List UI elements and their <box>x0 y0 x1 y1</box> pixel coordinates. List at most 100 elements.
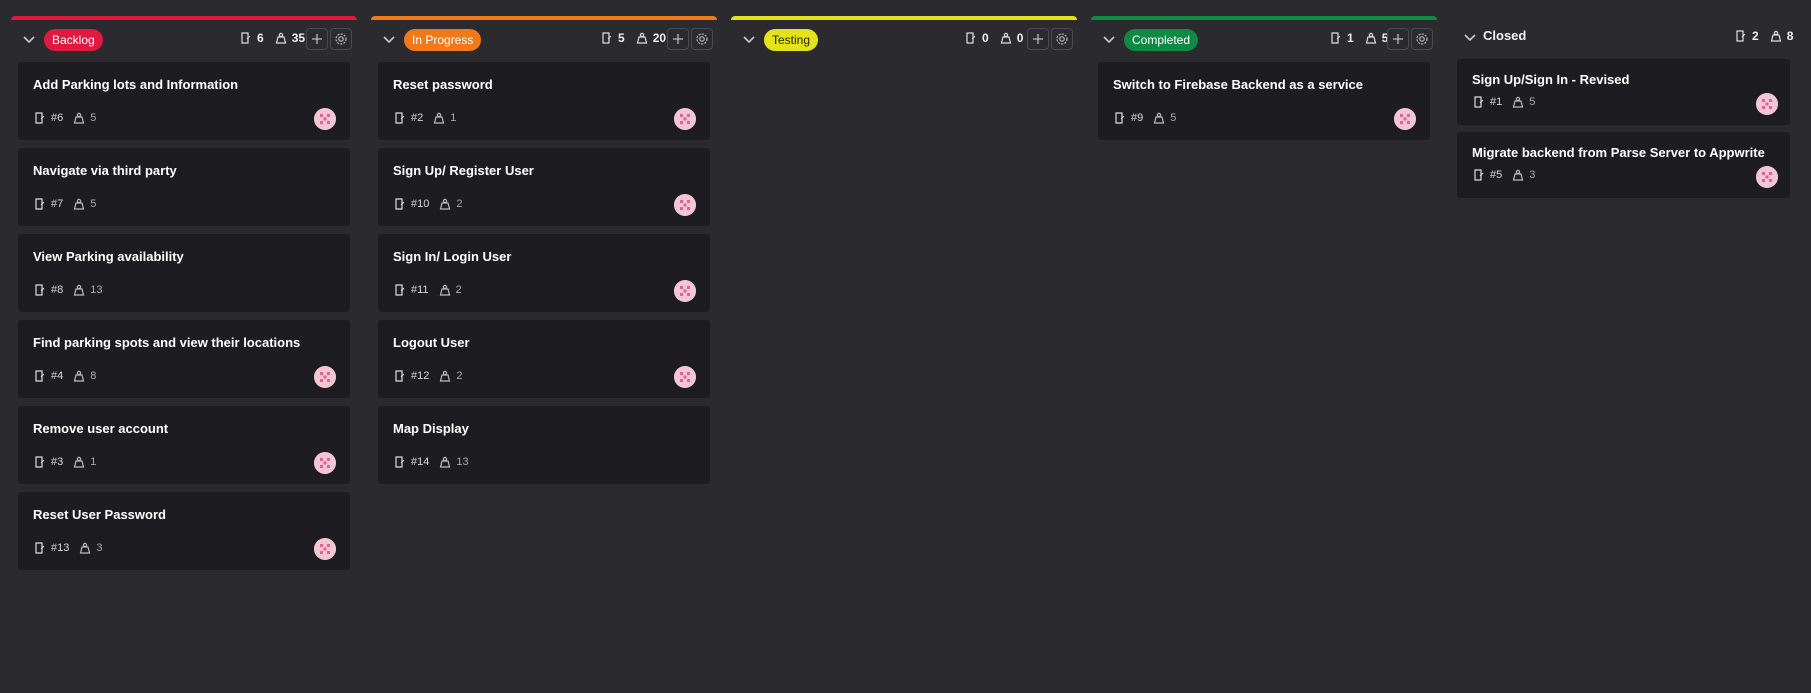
avatar[interactable] <box>314 538 336 560</box>
plus-icon <box>1393 34 1403 44</box>
column-settings-button[interactable] <box>330 28 352 50</box>
story-points: 1 <box>90 456 97 468</box>
issue-card[interactable]: Sign In/ Login User #11 2 <box>378 234 710 312</box>
weight-icon <box>274 31 288 45</box>
avatar[interactable] <box>674 108 696 130</box>
card-title[interactable]: Remove user account <box>33 421 168 436</box>
issue-card[interactable]: Reset User Password #13 3 <box>18 492 350 570</box>
card-title[interactable]: Migrate backend from Parse Server to App… <box>1472 145 1765 160</box>
avatar[interactable] <box>314 108 336 130</box>
story-points: 2 <box>455 284 462 296</box>
card-title[interactable]: Reset password <box>393 77 493 92</box>
issue-card[interactable]: Sign Up/Sign In - Revised #1 5 <box>1457 59 1790 125</box>
weight-icon <box>438 283 452 297</box>
issue-number[interactable]: #14 <box>411 456 429 468</box>
issue-icon <box>1472 168 1486 182</box>
chevron-down-icon[interactable] <box>20 30 38 48</box>
issue-count: 5 <box>618 31 625 45</box>
issue-card[interactable]: Map Display #14 13 <box>378 406 710 484</box>
issue-card[interactable]: Switch to Firebase Backend as a service #… <box>1098 62 1430 140</box>
card-title[interactable]: Sign Up/Sign In - Revised <box>1472 72 1629 87</box>
column-settings-button[interactable] <box>691 28 713 50</box>
issue-count: 6 <box>257 31 264 45</box>
issue-card[interactable]: Migrate backend from Parse Server to App… <box>1457 132 1790 198</box>
card-meta: #14 13 <box>393 455 469 469</box>
project-board: Backlog 6 35 In Progress 5 20 Testing 0 … <box>0 0 1811 693</box>
avatar[interactable] <box>1394 108 1416 130</box>
issue-card[interactable]: Find parking spots and view their locati… <box>18 320 350 398</box>
issue-number[interactable]: #5 <box>1490 169 1502 181</box>
issue-icon <box>393 111 407 125</box>
card-title[interactable]: Reset User Password <box>33 507 166 522</box>
add-card-button[interactable] <box>1387 28 1409 50</box>
column-backlog: Backlog 6 35 <box>11 16 357 60</box>
avatar[interactable] <box>674 366 696 388</box>
avatar[interactable] <box>314 452 336 474</box>
issue-number[interactable]: #9 <box>1131 112 1143 124</box>
issue-card[interactable]: View Parking availability #8 13 <box>18 234 350 312</box>
issue-number[interactable]: #12 <box>411 370 429 382</box>
story-points: 3 <box>1529 169 1536 181</box>
chevron-down-icon[interactable] <box>1100 30 1118 48</box>
card-title[interactable]: Add Parking lots and Information <box>33 77 238 92</box>
avatar[interactable] <box>674 280 696 302</box>
issue-number[interactable]: #11 <box>411 284 429 296</box>
card-title[interactable]: View Parking availability <box>33 249 184 264</box>
card-meta: #6 5 <box>33 111 96 125</box>
card-meta: #7 5 <box>33 197 96 211</box>
add-card-button[interactable] <box>306 28 328 50</box>
issue-icon <box>33 541 47 555</box>
card-meta: #10 2 <box>393 197 462 211</box>
issue-card[interactable]: Reset password #2 1 <box>378 62 710 140</box>
issue-number[interactable]: #3 <box>51 456 63 468</box>
weight-icon <box>1511 95 1525 109</box>
avatar[interactable] <box>314 366 336 388</box>
column-settings-button[interactable] <box>1411 28 1433 50</box>
column-settings-button[interactable] <box>1051 28 1073 50</box>
issue-number[interactable]: #4 <box>51 370 63 382</box>
issue-number[interactable]: #8 <box>51 284 63 296</box>
chevron-down-icon[interactable] <box>380 30 398 48</box>
points-count: 20 <box>652 31 667 45</box>
issue-number[interactable]: #10 <box>411 198 429 210</box>
weight-icon <box>72 455 86 469</box>
issue-icon <box>1472 95 1486 109</box>
issue-number[interactable]: #1 <box>1490 96 1502 108</box>
card-title[interactable]: Logout User <box>393 335 470 350</box>
story-points: 5 <box>90 198 97 210</box>
add-card-button[interactable] <box>1027 28 1049 50</box>
avatar[interactable] <box>1756 166 1778 188</box>
card-title[interactable]: Navigate via third party <box>33 163 177 178</box>
issue-icon <box>1113 111 1127 125</box>
issue-icon <box>1734 29 1748 43</box>
issue-number[interactable]: #7 <box>51 198 63 210</box>
issue-card[interactable]: Sign Up/ Register User #10 2 <box>378 148 710 226</box>
issue-number[interactable]: #6 <box>51 112 63 124</box>
story-points: 8 <box>90 370 97 382</box>
card-meta: #2 1 <box>393 111 456 125</box>
issue-card[interactable]: Remove user account #3 1 <box>18 406 350 484</box>
avatar[interactable] <box>1756 93 1778 115</box>
card-title[interactable]: Sign Up/ Register User <box>393 163 534 178</box>
card-title[interactable]: Sign In/ Login User <box>393 249 511 264</box>
weight-icon <box>1769 29 1783 43</box>
weight-icon <box>635 31 649 45</box>
column-header: Completed 1 5 <box>1091 20 1437 60</box>
issue-card[interactable]: Navigate via third party #7 5 <box>18 148 350 226</box>
issue-card[interactable]: Logout User #12 2 <box>378 320 710 398</box>
add-card-button[interactable] <box>667 28 689 50</box>
issue-card[interactable]: Add Parking lots and Information #6 5 <box>18 62 350 140</box>
story-points: 5 <box>1529 96 1536 108</box>
plus-icon <box>312 34 322 44</box>
card-title[interactable]: Switch to Firebase Backend as a service <box>1113 77 1363 92</box>
issue-number[interactable]: #13 <box>51 542 69 554</box>
issue-count: 2 <box>1752 29 1759 43</box>
issue-number[interactable]: #2 <box>411 112 423 124</box>
card-title[interactable]: Find parking spots and view their locati… <box>33 335 300 350</box>
avatar[interactable] <box>674 194 696 216</box>
chevron-down-icon[interactable] <box>1461 28 1479 46</box>
issue-count: 0 <box>982 31 989 45</box>
card-title[interactable]: Map Display <box>393 421 469 436</box>
card-meta: #12 2 <box>393 369 462 383</box>
chevron-down-icon[interactable] <box>740 30 758 48</box>
